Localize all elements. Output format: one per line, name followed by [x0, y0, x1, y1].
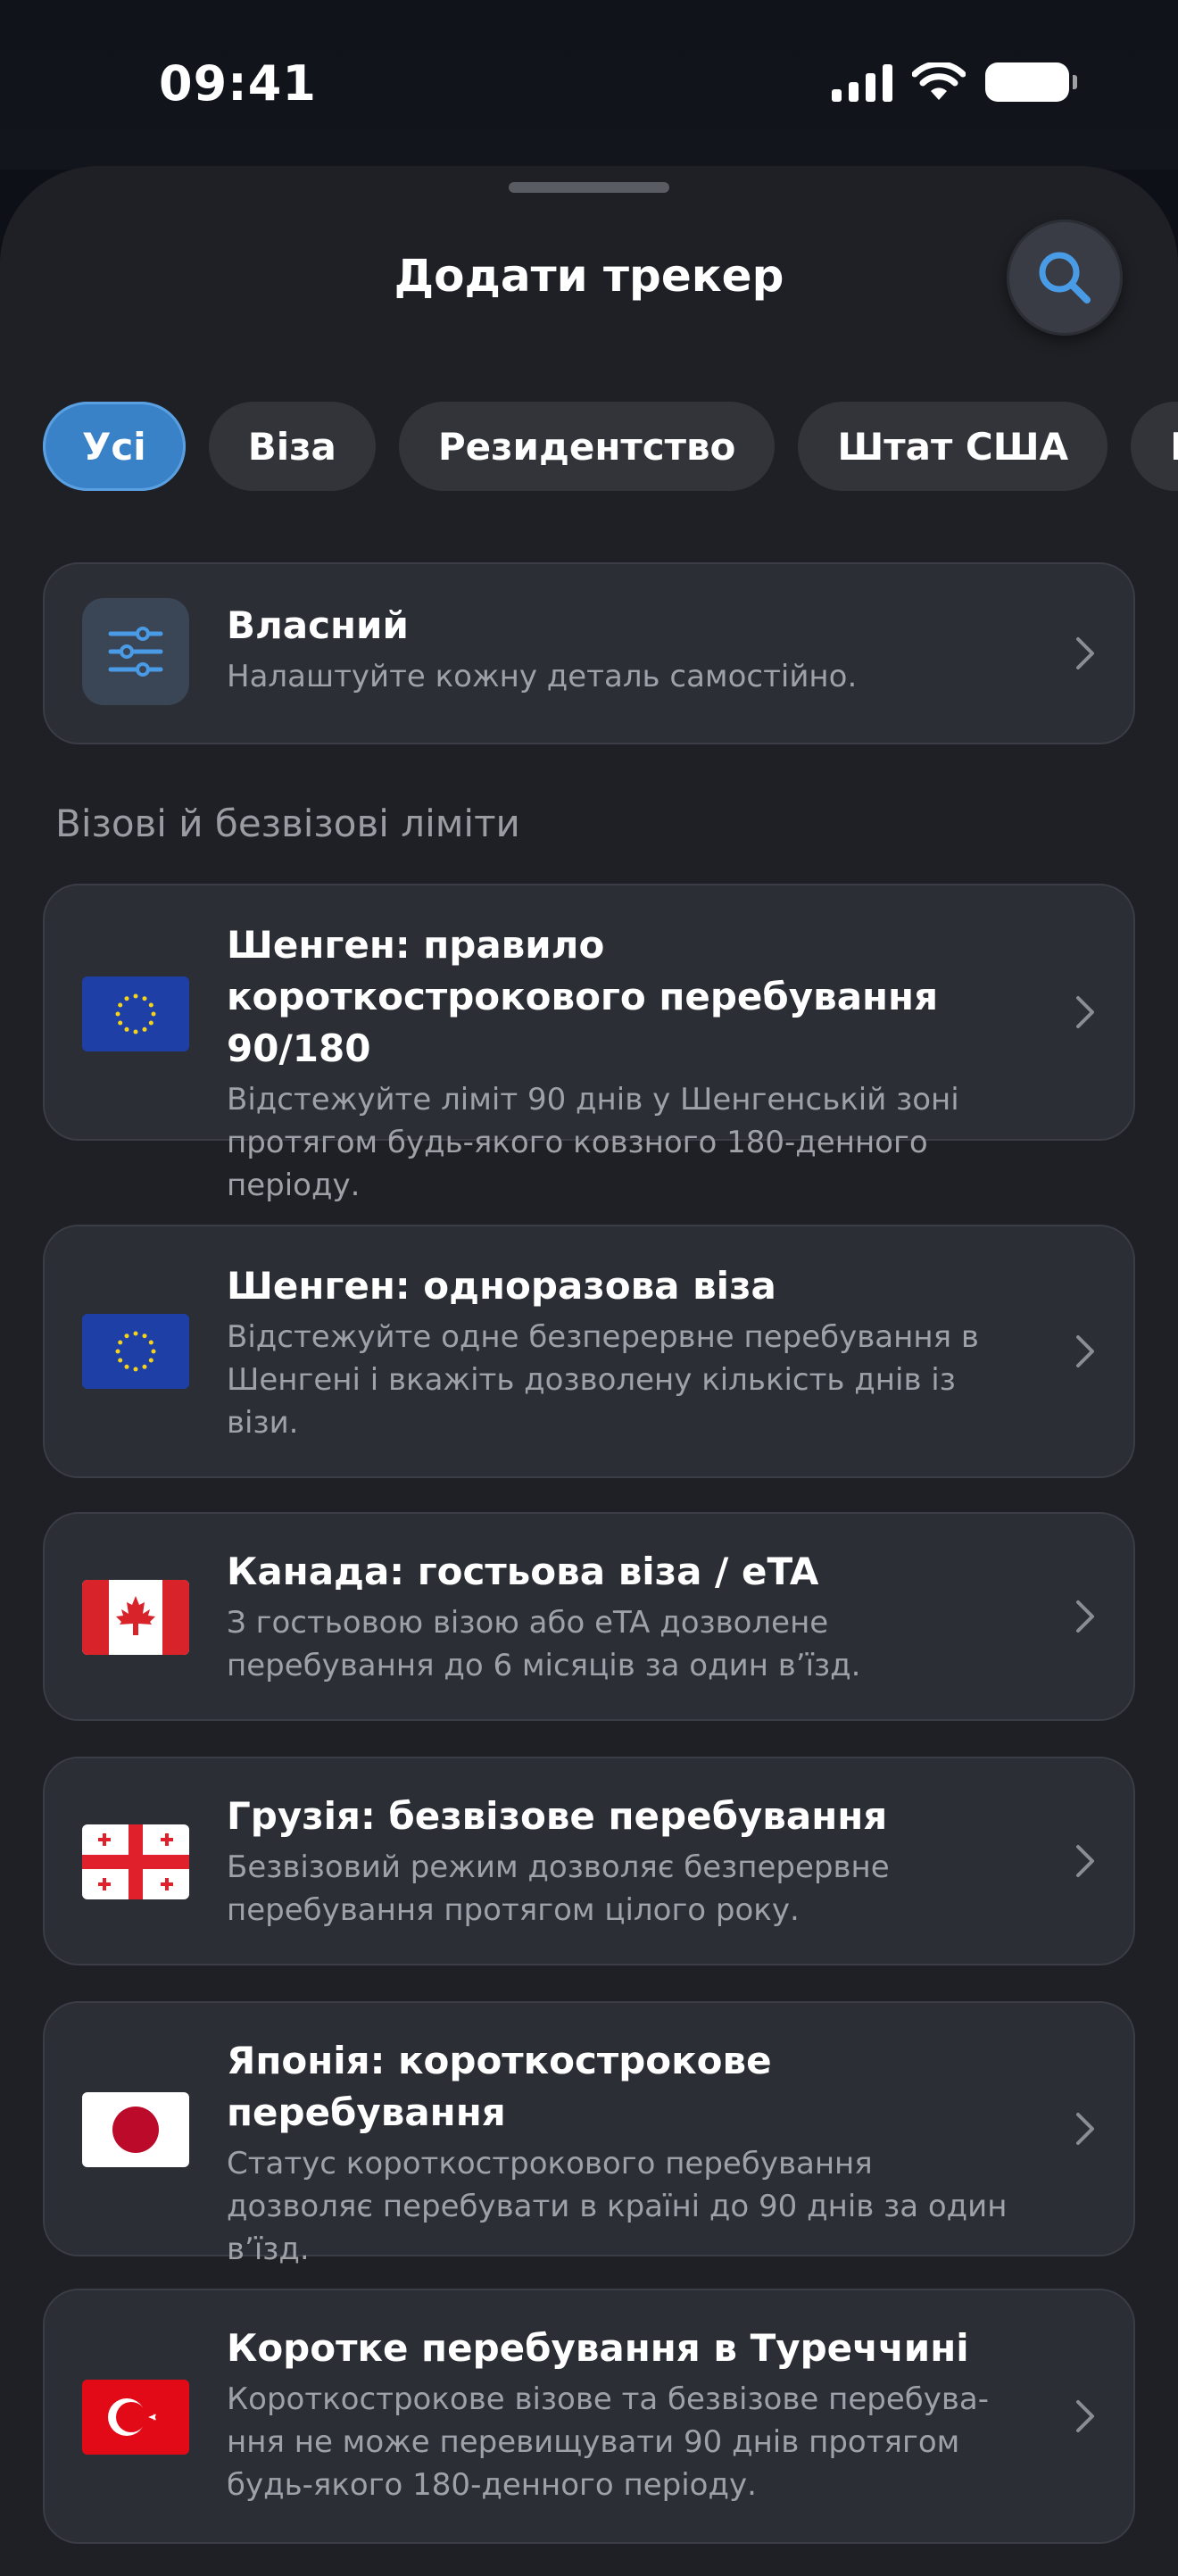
tracker-description: Відстежуйте одне безперервне перебування…	[227, 1319, 979, 1441]
chevron-right-icon	[1076, 637, 1094, 669]
sheet-title: Додати трекер	[394, 250, 784, 302]
chevron-right-icon	[1076, 2400, 1094, 2432]
chevron-right-icon	[1076, 1335, 1094, 1367]
section-header: Візові й безвізові ліміти	[55, 802, 520, 845]
turkey-flag-icon	[82, 2380, 189, 2455]
tracker-title: Грузія: безвізове перебування	[227, 1794, 888, 1838]
filter-chip-all[interactable]: Усі	[43, 402, 186, 491]
georgia-flag-icon	[82, 1824, 189, 1899]
sheet-grabber[interactable]	[509, 182, 669, 193]
tracker-title: Шенген: одноразова віза	[227, 1264, 776, 1308]
canada-flag-icon	[82, 1580, 189, 1655]
filter-chip-visa[interactable]: Віза	[208, 402, 376, 491]
custom-tracker-title: Власний	[227, 603, 409, 647]
filter-chips: Усі Віза Резидентство Штат США Цільові	[43, 402, 1178, 491]
tracker-description: Безвізовий режим дозволяє безперервне пе…	[227, 1849, 890, 1928]
tracker-description: Короткострокове візове та безвізове пере…	[227, 2381, 990, 2503]
cellular-signal-icon	[832, 62, 892, 102]
tracker-title: Шенген: правило короткострокового перебу…	[227, 923, 939, 1070]
chevron-right-icon	[1076, 996, 1094, 1028]
tracker-description: Відстежуйте ліміт 90 днів у Шенгенській …	[227, 1082, 959, 1203]
filter-chip-residency[interactable]: Резидентство	[398, 402, 776, 491]
tracker-card-turkey[interactable]: Коротке перебування в Туреччині Короткос…	[43, 2289, 1135, 2544]
chevron-right-icon	[1076, 1845, 1094, 1877]
wifi-icon	[912, 62, 966, 100]
japan-flag-icon	[82, 2092, 189, 2167]
status-bar: 09:41	[0, 0, 1178, 170]
battery-icon	[985, 62, 1077, 102]
chevron-right-icon	[1076, 1600, 1094, 1633]
tracker-description: Статус короткострокового перебування доз…	[227, 2146, 1008, 2267]
custom-tracker-description: Налаштуйте кожну деталь самостійно.	[227, 659, 858, 694]
tracker-title: Коротке перебування в Туреччині	[227, 2326, 969, 2370]
eu-flag-icon	[82, 1314, 189, 1389]
chevron-right-icon	[1076, 2113, 1094, 2145]
tracker-card-canada[interactable]: Канада: гостьова віза / eTA З гостьовою …	[43, 1512, 1135, 1721]
tracker-card-georgia[interactable]: Грузія: безвізове перебування Безвізовий…	[43, 1757, 1135, 1965]
search-icon	[1039, 252, 1091, 303]
eu-flag-icon	[82, 976, 189, 1051]
sliders-icon	[82, 598, 189, 705]
tracker-card-japan[interactable]: Японія: короткострокове перебування Стат…	[43, 2001, 1135, 2267]
status-icons	[832, 62, 1077, 102]
search-button[interactable]	[1007, 220, 1123, 336]
custom-tracker-card[interactable]: Власний Налаштуйте кожну деталь самостій…	[43, 562, 1135, 744]
tracker-title: Канада: гостьова віза / eTA	[227, 1550, 819, 1593]
status-time: 09:41	[159, 55, 317, 112]
tracker-card-schengen-90-180[interactable]: Шенген: правило короткострокового перебу…	[43, 884, 1135, 1203]
tracker-title: Японія: короткострокове перебування	[227, 2039, 772, 2134]
filter-chip-targets[interactable]: Цільові	[1131, 402, 1178, 491]
filter-chip-us-state[interactable]: Штат США	[798, 402, 1108, 491]
add-tracker-sheet: Додати трекер Усі Віза Резидентство Штат…	[0, 166, 1178, 2576]
tracker-description: З гостьовою візою або eTA дозволене пере…	[227, 1605, 861, 1683]
tracker-card-schengen-single-visa[interactable]: Шенген: одноразова віза Відстежуйте одне…	[43, 1225, 1135, 1478]
